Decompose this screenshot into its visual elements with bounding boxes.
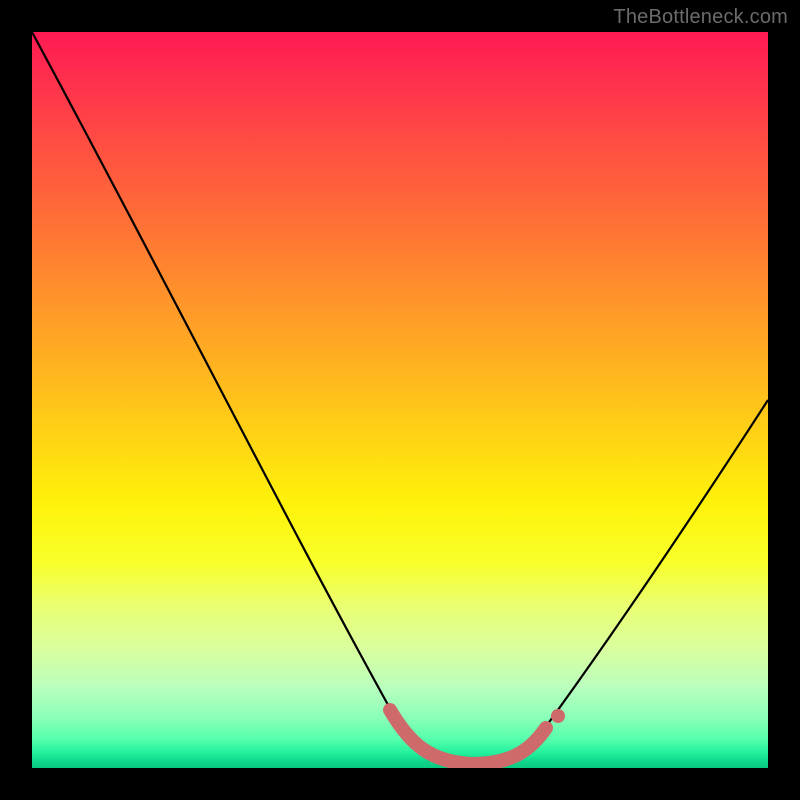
highlight-band <box>390 710 546 764</box>
plot-area <box>32 32 768 768</box>
bottleneck-curve <box>32 32 768 767</box>
watermark-text: TheBottleneck.com <box>613 6 788 29</box>
highlight-end-dot <box>551 709 565 723</box>
chart-frame: TheBottleneck.com <box>0 0 800 800</box>
chart-svg <box>32 32 768 768</box>
